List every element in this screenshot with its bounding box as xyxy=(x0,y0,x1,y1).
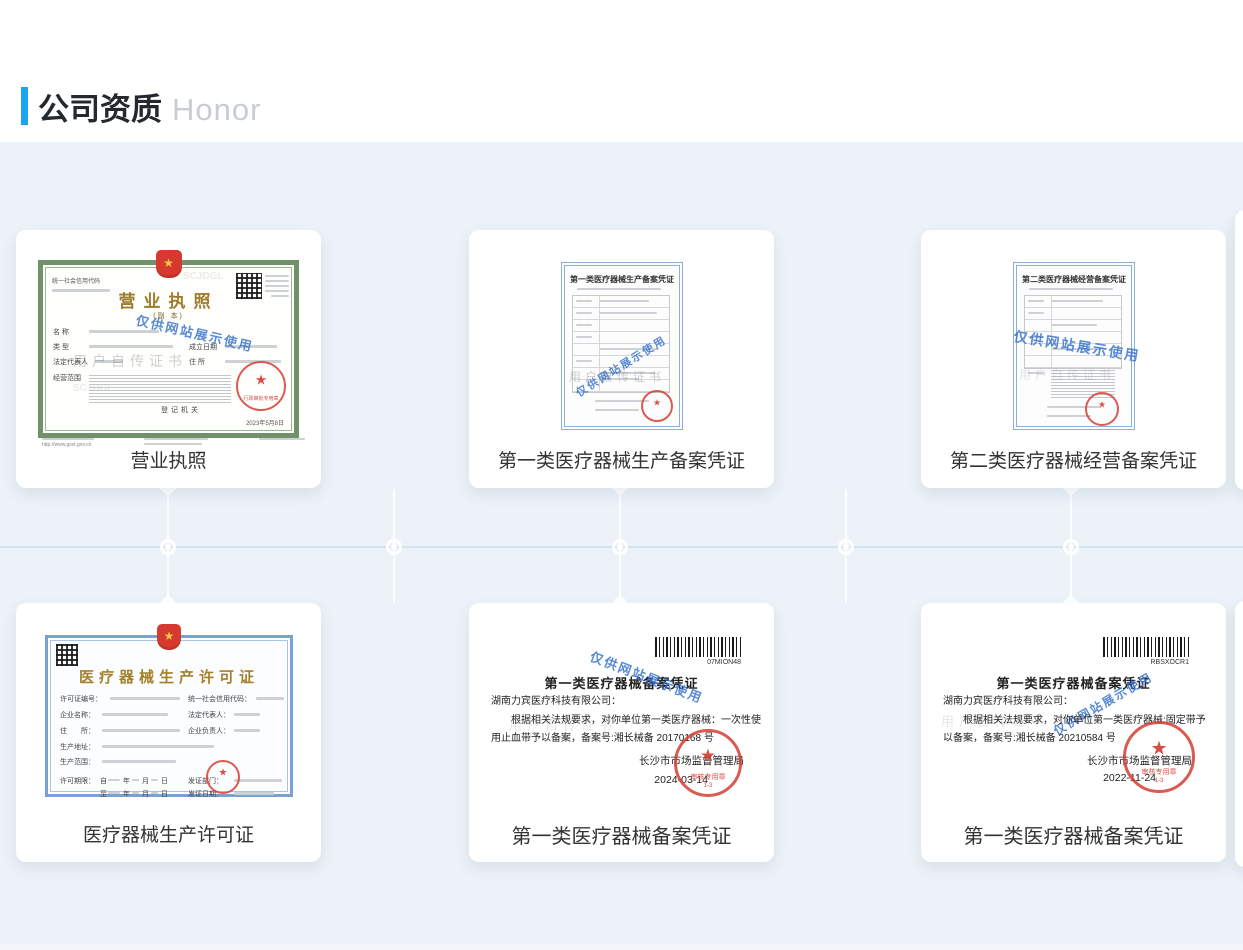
national-emblem-icon xyxy=(157,624,181,650)
watermark-user-upload: 用户自传证书 xyxy=(569,368,665,385)
card-caption: 第一类医疗器械生产备案凭证 xyxy=(469,446,774,473)
peek-card-next-bottom[interactable] xyxy=(1235,601,1243,867)
timeline-dot xyxy=(386,539,402,555)
watermark-user-upload: 用户自传证书 xyxy=(73,351,187,371)
official-seal: ★ xyxy=(1085,392,1119,426)
certificate-card-production-permit[interactable]: 医疗器械生产许可证 许可证编号： 统一社会信用代码： 企业名称： 法定代表人： … xyxy=(16,603,321,862)
certificate-card-class1-record-2022[interactable]: RBSXOCR1 第一类医疗器械备案凭证 仅供网站展示使用 用户自传证书 湖南力… xyxy=(921,603,1226,862)
official-seal: ★ 审核专用章 1-3 xyxy=(674,729,742,797)
barcode xyxy=(1103,637,1189,657)
card-caption: 第二类医疗器械经营备案凭证 xyxy=(921,446,1226,473)
body-line: 根据相关法规要求，对你单位第一类医疗器械：一次性使 xyxy=(511,716,761,726)
certificate-card-class1-production[interactable]: 第一类医疗器械生产备案凭证 仅供网站展示使用 用户自传证书 ★ 第一类医疗器械生… xyxy=(469,230,774,488)
certificate-image: 医疗器械生产许可证 许可证编号： 统一社会信用代码： 企业名称： 法定代表人： … xyxy=(45,635,293,797)
recipient-line: 湖南力宾医疗科技有限公司： xyxy=(491,697,621,707)
watermark-user-upload: 用户自传证书 xyxy=(1019,366,1115,383)
barcode-text: 07MION48 xyxy=(655,659,741,666)
card-caption: 第一类医疗器械备案凭证 xyxy=(921,820,1226,849)
certificate-card-class2-operation[interactable]: 第二类医疗器械经营备案凭证 仅供网站展示使用 用户自传证书 ★ 第二类医疗器械经… xyxy=(921,230,1226,488)
body-line: 以备案，备案号:湘长械备 20210584 号 xyxy=(943,734,1116,744)
card-pointer xyxy=(611,488,629,496)
recipient-line: 湖南力宾医疗科技有限公司： xyxy=(943,697,1073,707)
company-honor-page: 公司资质Honor SCJDGL SCJDGL 统一社会信用代码 营业执照 xyxy=(0,0,1243,950)
qr-code xyxy=(56,644,78,666)
section-title-cn: 公司资质 xyxy=(38,92,162,127)
official-seal: ★ xyxy=(206,760,240,794)
timeline-dot xyxy=(838,539,854,555)
certificate-image: 第二类医疗器械经营备案凭证 仅供网站展示使用 用户自传证书 ★ xyxy=(1013,262,1135,430)
certificate-title: 第一类医疗器械备案凭证 xyxy=(921,673,1226,692)
official-seal: ★ xyxy=(641,390,673,422)
card-caption: 医疗器械生产许可证 xyxy=(16,820,321,847)
timeline-dot xyxy=(612,539,628,555)
next-section-edge xyxy=(0,944,1243,950)
card-caption: 第一类医疗器械备案凭证 xyxy=(469,820,774,849)
card-pointer xyxy=(1062,595,1080,603)
certificate-title: 第二类医疗器械经营备案凭证 xyxy=(1017,274,1131,285)
license-date: 2023年5月8日 xyxy=(246,421,284,427)
card-pointer xyxy=(611,595,629,603)
redacted-text-lines xyxy=(89,375,231,403)
card-pointer xyxy=(159,595,177,603)
official-seal: ★ 行政审批专用章 xyxy=(236,361,286,411)
official-seal: ★ 审核专用章 1-3 xyxy=(1123,721,1195,793)
section-title: 公司资质 Honor xyxy=(38,84,261,129)
section-title-accent-bar xyxy=(21,87,28,125)
peek-card-next-top[interactable] xyxy=(1235,210,1243,490)
barcode xyxy=(655,637,741,657)
timeline-dot xyxy=(160,539,176,555)
license-title: 营业执照 xyxy=(43,287,294,312)
card-caption: 营业执照 xyxy=(16,446,321,473)
business-license-image: SCJDGL SCJDGL 统一社会信用代码 营业执照 (副 本) 名 称 类 … xyxy=(38,260,299,438)
certificate-card-class1-record-2024[interactable]: 07MION48 第一类医疗器械备案凭证 仅供网站展示使用 用户自传证书 湖南力… xyxy=(469,603,774,862)
certificate-card-business-license[interactable]: SCJDGL SCJDGL 统一社会信用代码 营业执照 (副 本) 名 称 类 … xyxy=(16,230,321,488)
card-pointer xyxy=(159,488,177,496)
certificate-title: 第一类医疗器械生产备案凭证 xyxy=(565,274,679,285)
certificate-title: 医疗器械生产许可证 xyxy=(48,666,290,687)
barcode-text: RBSXOCR1 xyxy=(1103,659,1189,666)
certificate-image: 第一类医疗器械生产备案凭证 仅供网站展示使用 用户自传证书 ★ xyxy=(561,262,683,430)
section-title-en: Honor xyxy=(172,92,261,127)
card-pointer xyxy=(1062,488,1080,496)
national-emblem-icon xyxy=(156,250,182,278)
timeline-dot xyxy=(1063,539,1079,555)
uscc-label: 统一社会信用代码 xyxy=(52,279,100,285)
